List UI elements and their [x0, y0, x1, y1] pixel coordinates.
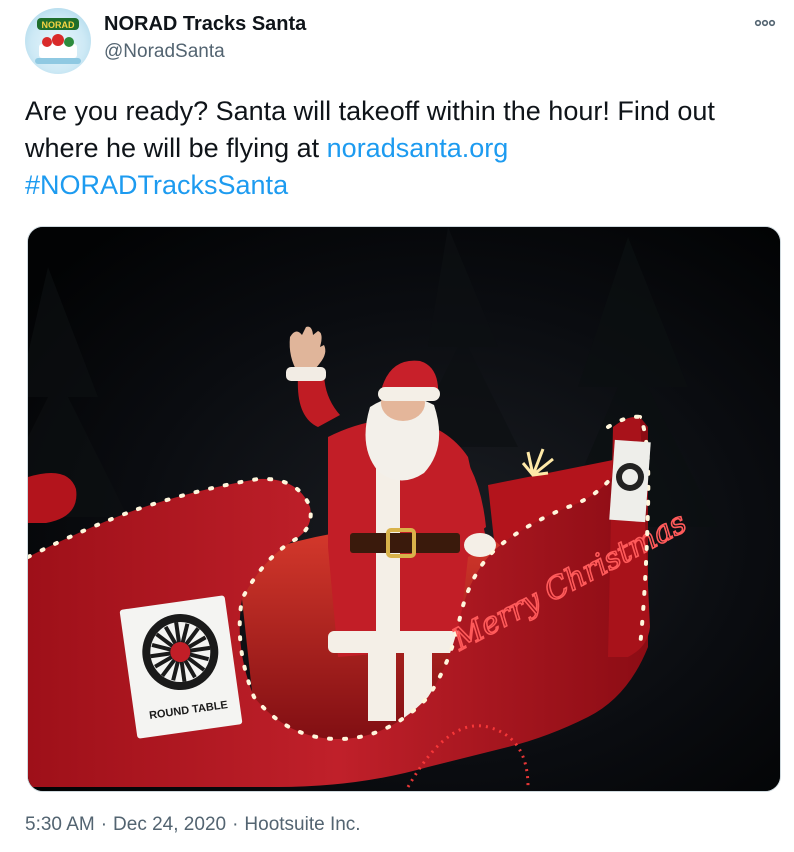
more-options-icon — [754, 19, 776, 27]
tweet-time[interactable]: 5:30 AM — [25, 812, 95, 838]
tweet-meta: 5:30 AM · Dec 24, 2020 · Hootsuite Inc. — [25, 812, 361, 838]
author-handle[interactable]: @NoradSanta — [104, 39, 225, 65]
author-display-name[interactable]: NORAD Tracks Santa — [104, 11, 306, 37]
avatar-logo-icon: NORAD — [35, 18, 81, 64]
more-options-button[interactable] — [752, 10, 778, 36]
tweet-hashtag[interactable]: #NORADTracksSanta — [25, 170, 288, 200]
tweet-photo[interactable]: ROUND TABLE Merry Christmas — [27, 226, 781, 792]
avatar[interactable]: NORAD — [25, 8, 91, 74]
meta-separator: · — [100, 814, 108, 835]
santa-sleigh-photo: ROUND TABLE Merry Christmas — [28, 227, 780, 791]
meta-separator: · — [232, 814, 239, 835]
tweet-text: Are you ready? Santa will takeoff within… — [25, 93, 780, 204]
svg-text:NORAD: NORAD — [42, 20, 75, 30]
tweet-link[interactable]: noradsanta.org — [327, 133, 509, 163]
tweet-date[interactable]: Dec 24, 2020 — [113, 812, 226, 838]
round-table-sign: ROUND TABLE — [119, 595, 243, 739]
tweet-source[interactable]: Hootsuite Inc. — [244, 812, 360, 838]
